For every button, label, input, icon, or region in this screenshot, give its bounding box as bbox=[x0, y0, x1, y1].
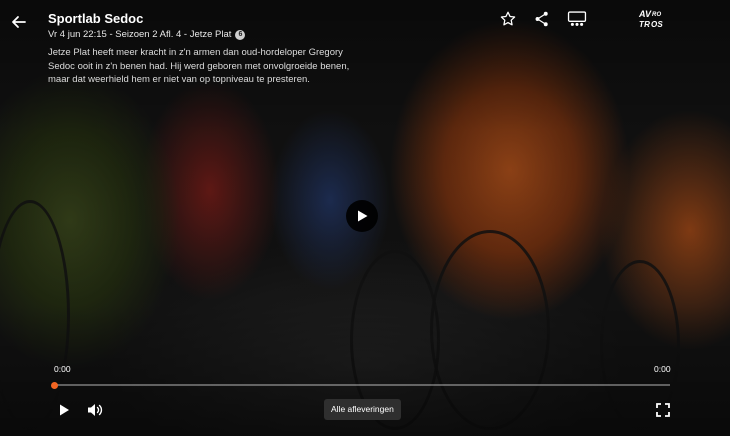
svg-text:TR: TR bbox=[639, 20, 650, 29]
video-title: Sportlab Sedoc bbox=[48, 11, 144, 26]
fullscreen-button[interactable] bbox=[655, 402, 671, 418]
star-icon bbox=[500, 11, 516, 26]
svg-text:RO: RO bbox=[652, 12, 662, 18]
favorite-button[interactable] bbox=[499, 10, 517, 28]
play-button[interactable] bbox=[56, 402, 72, 418]
volume-icon bbox=[88, 404, 103, 416]
video-meta: Vr 4 jun 22:15 - Seizoen 2 Afl. 4 - Jetz… bbox=[48, 29, 246, 40]
fullscreen-icon bbox=[656, 403, 670, 417]
progress-bar[interactable] bbox=[54, 384, 670, 386]
play-icon bbox=[358, 210, 368, 222]
video-description: Jetze Plat heeft meer kracht in z'n arme… bbox=[48, 47, 350, 85]
video-meta-text: Vr 4 jun 22:15 - Seizoen 2 Afl. 4 - Jetz… bbox=[48, 29, 232, 40]
back-button[interactable] bbox=[9, 12, 29, 32]
play-icon bbox=[60, 404, 69, 416]
cast-icon bbox=[567, 11, 587, 26]
volume-button[interactable] bbox=[86, 402, 104, 418]
svg-text:OS: OS bbox=[651, 20, 663, 29]
broadcaster-logo: AV RO TR OS bbox=[635, 8, 667, 30]
duration-time: 0:00 bbox=[654, 364, 671, 374]
center-play-button[interactable] bbox=[346, 200, 378, 232]
arrow-left-icon bbox=[12, 16, 26, 28]
svg-text:AV: AV bbox=[638, 9, 652, 19]
progress-scrubber[interactable] bbox=[51, 381, 58, 389]
share-button[interactable] bbox=[533, 10, 551, 28]
avrotros-logo-icon: AV RO TR OS bbox=[638, 9, 663, 29]
cast-button[interactable] bbox=[567, 10, 587, 28]
age-rating-badge: 6 bbox=[235, 29, 246, 40]
elapsed-time: 0:00 bbox=[54, 364, 71, 374]
all-episodes-button[interactable]: Alle afleveringen bbox=[324, 399, 401, 420]
share-icon bbox=[535, 11, 548, 27]
